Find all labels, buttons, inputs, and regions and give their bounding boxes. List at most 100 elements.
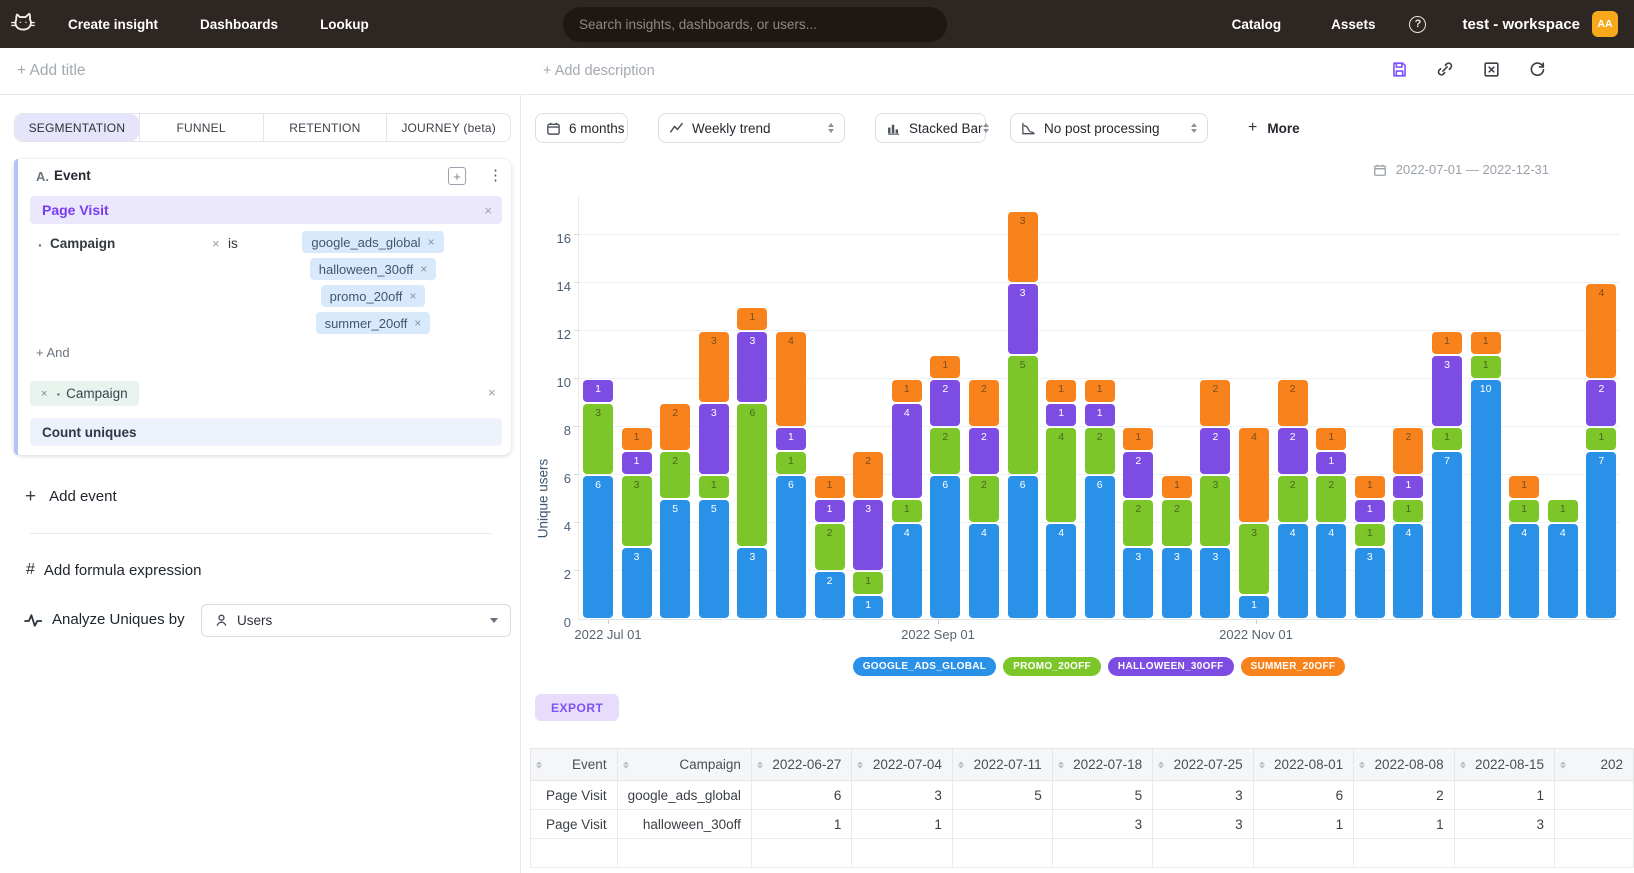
clear-breakdown-icon[interactable]: × <box>488 385 496 400</box>
bar-segment[interactable]: 5 <box>1008 356 1038 474</box>
filter-operator[interactable]: is <box>228 236 238 251</box>
bar-segment[interactable]: 3 <box>1355 548 1385 618</box>
bar-segment[interactable]: 1 <box>853 572 883 594</box>
workspace-name[interactable]: test - workspace <box>1462 16 1580 33</box>
bar-segment[interactable]: 2 <box>969 476 999 522</box>
bar-segment[interactable]: 5 <box>660 500 690 618</box>
bar-segment[interactable]: 4 <box>1046 524 1076 618</box>
add-and-filter-button[interactable]: + And <box>36 345 70 360</box>
bar-segment[interactable]: 1 <box>1393 500 1423 522</box>
column-header-campaign[interactable]: Campaign <box>617 749 751 781</box>
bar-segment[interactable]: 3 <box>622 548 652 618</box>
bar-segment[interactable]: 1 <box>853 596 883 618</box>
column-header-2022-08-08[interactable]: 2022-08-08 <box>1354 749 1454 781</box>
bar-segment[interactable]: 6 <box>776 476 806 618</box>
bar-segment[interactable]: 1 <box>1123 428 1153 450</box>
column-header-2022-07-25[interactable]: 2022-07-25 <box>1153 749 1253 781</box>
bar-segment[interactable]: 1 <box>1355 524 1385 546</box>
add-title-field[interactable]: + Add title <box>17 62 86 80</box>
chart-type-select[interactable]: Stacked Bar <box>875 113 986 143</box>
bar-segment[interactable]: 3 <box>622 476 652 546</box>
bar-segment[interactable]: 1 <box>776 452 806 474</box>
bar-segment[interactable]: 1 <box>1316 428 1346 450</box>
bar-segment[interactable]: 1 <box>1548 500 1578 522</box>
bar-segment[interactable]: 2 <box>1162 500 1192 546</box>
bar-segment[interactable]: 2 <box>1278 428 1308 474</box>
bar-segment[interactable]: 2 <box>1393 428 1423 474</box>
segment-menu-icon[interactable]: ⋮ <box>488 166 503 184</box>
bar-segment[interactable]: 1 <box>622 428 652 450</box>
bar-segment[interactable]: 5 <box>699 500 729 618</box>
bar-segment[interactable]: 1 <box>1239 596 1269 618</box>
bar-segment[interactable]: 3 <box>737 332 767 402</box>
bar-segment[interactable]: 4 <box>1046 428 1076 522</box>
time-range-button[interactable]: 6 months <box>535 113 628 143</box>
bar-segment[interactable]: 2 <box>815 572 845 618</box>
bar-segment[interactable]: 7 <box>1586 452 1616 618</box>
post-processing-select[interactable]: No post processing <box>1010 113 1208 143</box>
refresh-icon[interactable] <box>1526 58 1548 80</box>
bar-segment[interactable]: 3 <box>737 548 767 618</box>
bar-segment[interactable]: 2 <box>1200 428 1230 474</box>
tab-journey-beta[interactable]: JOURNEY (beta) <box>386 114 510 141</box>
bar-segment[interactable]: 3 <box>1432 356 1462 426</box>
bar-segment[interactable]: 2 <box>853 452 883 498</box>
bar-segment[interactable]: 1 <box>583 380 613 402</box>
bar-segment[interactable]: 3 <box>1162 548 1192 618</box>
filter-value-chip[interactable]: google_ads_global× <box>302 231 443 253</box>
bar-segment[interactable]: 10 <box>1471 380 1501 618</box>
bar-segment[interactable]: 2 <box>930 380 960 426</box>
bar-segment[interactable]: 4 <box>1393 524 1423 618</box>
filter-value-chip[interactable]: summer_20off× <box>316 312 431 334</box>
copy-link-icon[interactable] <box>1434 58 1456 80</box>
bar-segment[interactable]: 1 <box>1355 476 1385 498</box>
bar-segment[interactable]: 4 <box>776 332 806 426</box>
bar-segment[interactable]: 1 <box>1432 428 1462 450</box>
bar-segment[interactable]: 1 <box>1162 476 1192 498</box>
remove-value-icon[interactable]: × <box>414 316 421 330</box>
bar-segment[interactable]: 3 <box>1200 548 1230 618</box>
nav-item-assets[interactable]: Assets <box>1331 17 1375 32</box>
avatar[interactable]: AA <box>1592 11 1618 37</box>
save-icon[interactable] <box>1388 58 1410 80</box>
bar-segment[interactable]: 6 <box>1008 476 1038 618</box>
event-selector[interactable]: Page Visit × <box>30 196 502 224</box>
remove-value-icon[interactable]: × <box>428 235 435 249</box>
nav-item-create-insight[interactable]: Create insight <box>68 17 158 32</box>
bar-segment[interactable]: 1 <box>1509 476 1539 498</box>
remove-breakdown-icon[interactable]: × <box>41 388 47 400</box>
clear-close-icon[interactable] <box>1480 58 1502 80</box>
bar-segment[interactable]: 1 <box>776 428 806 450</box>
bar-segment[interactable]: 3 <box>853 500 883 570</box>
bar-segment[interactable]: 4 <box>1278 524 1308 618</box>
column-header-2022-07-11[interactable]: 2022-07-11 <box>952 749 1052 781</box>
bar-segment[interactable]: 2 <box>1085 428 1115 474</box>
column-header-202[interactable]: 202 <box>1555 749 1634 781</box>
filter-value-chip[interactable]: halloween_30off× <box>310 258 436 280</box>
breakdown-chip[interactable]: × · Campaign <box>30 381 139 406</box>
bar-segment[interactable]: 2 <box>1123 500 1153 546</box>
bar-segment[interactable]: 2 <box>1123 452 1153 498</box>
bar-segment[interactable]: 2 <box>1278 380 1308 426</box>
filter-property[interactable]: Campaign <box>50 236 115 251</box>
bar-segment[interactable]: 2 <box>815 524 845 570</box>
nav-item-catalog[interactable]: Catalog <box>1232 17 1282 32</box>
tab-retention[interactable]: RETENTION <box>263 114 387 141</box>
bar-segment[interactable]: 1 <box>1316 452 1346 474</box>
aggregation-selector[interactable]: Count uniques <box>30 418 502 446</box>
add-description-field[interactable]: + Add description <box>543 63 655 79</box>
bar-segment[interactable]: 1 <box>1355 500 1385 522</box>
analyze-by-select[interactable]: Users <box>201 604 511 637</box>
legend-pill-halloween-30off[interactable]: HALLOWEEN_30OFF <box>1108 657 1234 676</box>
nav-item-dashboards[interactable]: Dashboards <box>200 17 278 32</box>
bar-segment[interactable]: 1 <box>1046 380 1076 402</box>
bar-segment[interactable]: 1 <box>1046 404 1076 426</box>
legend-pill-google-ads-global[interactable]: GOOGLE_ADS_GLOBAL <box>853 657 996 676</box>
bar-segment[interactable]: 2 <box>1316 476 1346 522</box>
bar-segment[interactable]: 6 <box>737 404 767 546</box>
bar-segment[interactable]: 1 <box>1085 380 1115 402</box>
nav-item-lookup[interactable]: Lookup <box>320 17 369 32</box>
bar-segment[interactable]: 2 <box>1586 380 1616 426</box>
help-icon[interactable]: ? <box>1409 16 1426 33</box>
search-input[interactable] <box>563 7 947 42</box>
